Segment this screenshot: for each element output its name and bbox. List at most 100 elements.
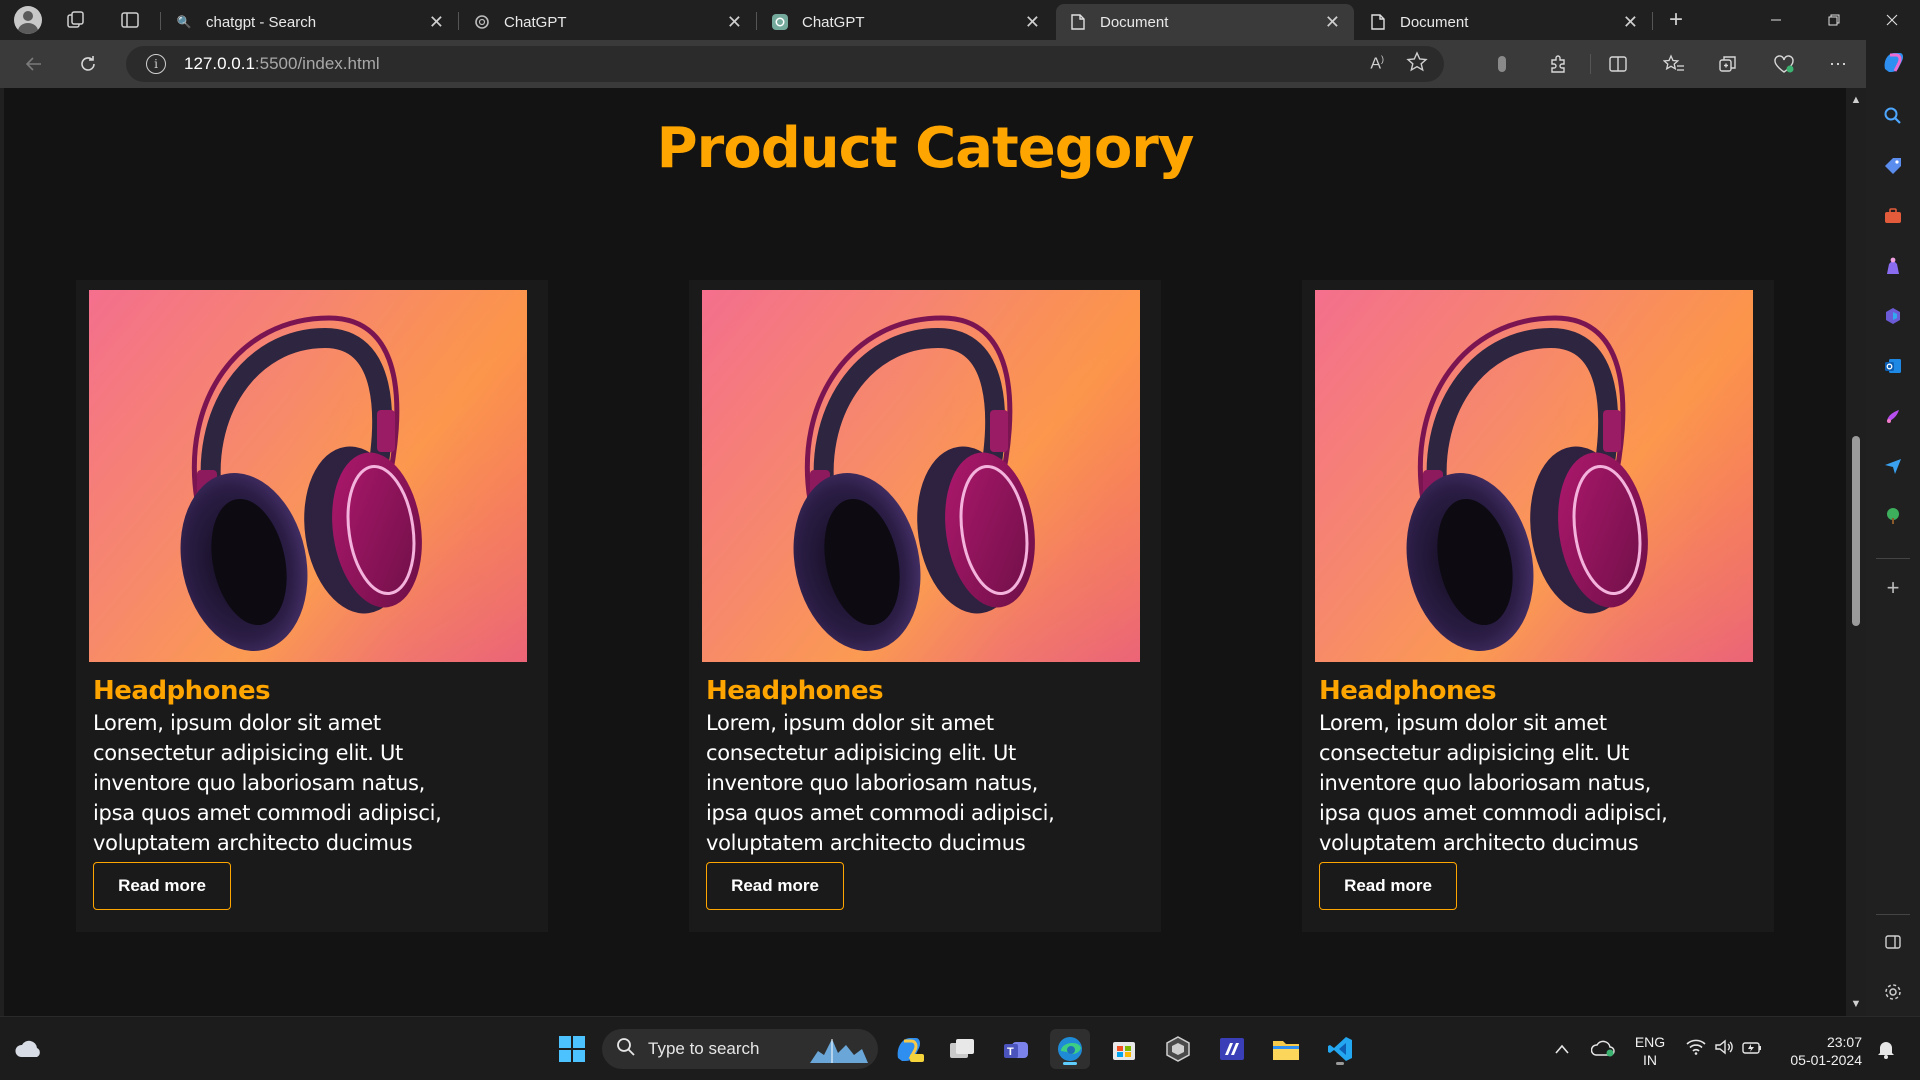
scroll-thumb[interactable] bbox=[1852, 436, 1860, 626]
copilot-taskbar-icon[interactable] bbox=[888, 1029, 928, 1069]
minimize-button[interactable] bbox=[1748, 0, 1804, 40]
openai-icon bbox=[474, 14, 490, 30]
close-icon[interactable]: ✕ bbox=[429, 12, 444, 33]
task-view-icon[interactable] bbox=[942, 1029, 982, 1069]
card-title: Headphones bbox=[93, 676, 271, 706]
browser-essentials-icon[interactable] bbox=[1766, 48, 1802, 80]
document-icon bbox=[1370, 14, 1386, 30]
close-icon[interactable]: ✕ bbox=[727, 12, 742, 33]
start-windows-icon[interactable] bbox=[552, 1029, 592, 1069]
card-description: Lorem, ipsum dolor sit amet consectetur … bbox=[1319, 711, 1668, 855]
notification-bell-icon[interactable] bbox=[1866, 1029, 1906, 1069]
address-bar[interactable]: i 127.0.0.1 :5500/index.html A) bbox=[126, 46, 1444, 82]
headphones-image bbox=[1315, 290, 1753, 662]
workspaces-icon[interactable] bbox=[54, 0, 98, 40]
battery-icon bbox=[1742, 1038, 1762, 1061]
volume-icon bbox=[1714, 1038, 1734, 1061]
close-window-button[interactable] bbox=[1864, 0, 1920, 40]
tab-document-active[interactable]: Document ✕ bbox=[1056, 4, 1354, 40]
profile-button[interactable] bbox=[6, 0, 50, 40]
card-title: Headphones bbox=[1319, 676, 1497, 706]
unity-hub-icon[interactable] bbox=[1158, 1029, 1198, 1069]
weather-icon[interactable] bbox=[8, 1029, 48, 1069]
plus-icon: + bbox=[1668, 6, 1683, 33]
microsoft-store-icon[interactable] bbox=[1104, 1029, 1144, 1069]
openai-icon bbox=[772, 14, 788, 30]
edge-taskbar-icon[interactable] bbox=[1050, 1029, 1090, 1069]
restore-button[interactable] bbox=[1806, 0, 1862, 40]
more-menu-icon[interactable]: ⋯ bbox=[1820, 48, 1856, 80]
read-more-button[interactable]: Read more bbox=[706, 862, 844, 910]
region-code: IN bbox=[1643, 1052, 1657, 1068]
avatar bbox=[14, 6, 42, 34]
extensions-puzzle-icon[interactable] bbox=[1540, 48, 1576, 80]
onedrive-icon[interactable] bbox=[1584, 1029, 1624, 1069]
site-info-icon[interactable]: i bbox=[146, 54, 166, 74]
product-card: Headphones Lorem, ipsum dolor sit amet c… bbox=[1302, 280, 1774, 932]
search-icon[interactable] bbox=[1879, 102, 1907, 130]
scroll-up-arrow-icon[interactable]: ▲ bbox=[1850, 94, 1862, 106]
tab-chatgpt-search[interactable]: 🔍 chatgpt - Search ✕ bbox=[162, 4, 458, 40]
tab-title: ChatGPT bbox=[504, 13, 567, 31]
read-more-button[interactable]: Read more bbox=[1319, 862, 1457, 910]
teams-icon[interactable]: T bbox=[996, 1029, 1036, 1069]
page-scrollbar[interactable]: ▲ ▼ bbox=[1846, 88, 1866, 1016]
favorites-icon[interactable] bbox=[1656, 48, 1692, 80]
tree-icon[interactable] bbox=[1879, 502, 1907, 530]
chevron-up-icon[interactable] bbox=[1542, 1029, 1582, 1069]
active-indicator bbox=[1063, 1062, 1077, 1065]
file-explorer-icon[interactable] bbox=[1266, 1029, 1306, 1069]
tab-title: ChatGPT bbox=[802, 13, 865, 31]
microsoft365-icon[interactable] bbox=[1879, 302, 1907, 330]
search-icon bbox=[616, 1037, 636, 1062]
card-description: Lorem, ipsum dolor sit amet consectetur … bbox=[706, 711, 1055, 855]
collections-icon[interactable] bbox=[1710, 48, 1746, 80]
tab-chatgpt-1[interactable]: ChatGPT ✕ bbox=[460, 4, 756, 40]
quick-settings-group[interactable] bbox=[1676, 1029, 1772, 1069]
designer-icon[interactable] bbox=[1879, 402, 1907, 430]
add-sidebar-app-icon[interactable]: + bbox=[1879, 574, 1907, 602]
tools-icon[interactable] bbox=[1879, 202, 1907, 230]
input-language-indicator[interactable]: ENG IN bbox=[1630, 1033, 1670, 1069]
clock[interactable]: 23:07 05-01-2024 bbox=[1776, 1033, 1862, 1069]
close-icon[interactable]: ✕ bbox=[1325, 12, 1340, 33]
drop-send-icon[interactable] bbox=[1879, 452, 1907, 480]
document-icon bbox=[1070, 14, 1086, 30]
clock-date: 05-01-2024 bbox=[1790, 1052, 1862, 1068]
close-icon[interactable]: ✕ bbox=[1025, 12, 1040, 33]
clock-time: 23:07 bbox=[1826, 1034, 1862, 1050]
copilot-icon[interactable] bbox=[1879, 48, 1907, 76]
settings-gear-icon[interactable] bbox=[1879, 978, 1907, 1006]
visual-studio-icon[interactable] bbox=[1212, 1029, 1252, 1069]
shopping-tag-icon[interactable] bbox=[1879, 152, 1907, 180]
card-description: Lorem, ipsum dolor sit amet consectetur … bbox=[93, 711, 442, 855]
vertical-tabs-icon[interactable] bbox=[108, 0, 152, 40]
running-indicator bbox=[1336, 1062, 1344, 1065]
new-tab-button[interactable]: + bbox=[1654, 0, 1698, 40]
outlook-icon[interactable] bbox=[1879, 352, 1907, 380]
headphones-image bbox=[702, 290, 1140, 662]
vscode-icon[interactable] bbox=[1320, 1029, 1360, 1069]
refresh-button[interactable] bbox=[70, 48, 106, 80]
url-path: :5500/index.html bbox=[254, 54, 380, 73]
tab-title: Document bbox=[1100, 13, 1169, 31]
read-more-button[interactable]: Read more bbox=[93, 862, 231, 910]
tab-chatgpt-2[interactable]: ChatGPT ✕ bbox=[758, 4, 1054, 40]
back-button[interactable] bbox=[16, 48, 52, 80]
close-icon[interactable]: ✕ bbox=[1623, 12, 1638, 33]
games-icon[interactable] bbox=[1879, 252, 1907, 280]
split-screen-icon[interactable] bbox=[1600, 48, 1636, 80]
card-title: Headphones bbox=[706, 676, 884, 706]
product-card: Headphones Lorem, ipsum dolor sit amet c… bbox=[689, 280, 1161, 932]
hide-sidebar-icon[interactable] bbox=[1879, 928, 1907, 956]
favorite-star-icon[interactable] bbox=[1406, 51, 1428, 78]
tab-title: chatgpt - Search bbox=[206, 13, 317, 31]
page-viewport: Product Category Headphones Lorem, ipsum bbox=[4, 88, 1846, 1016]
tab-document[interactable]: Document ✕ bbox=[1356, 4, 1652, 40]
scroll-down-arrow-icon[interactable]: ▼ bbox=[1850, 998, 1862, 1010]
extension-icon[interactable] bbox=[1484, 48, 1520, 80]
browser-toolbar: i 127.0.0.1 :5500/index.html A) ⋯ bbox=[0, 40, 1920, 88]
taskbar-search-box[interactable]: Type to search bbox=[602, 1029, 878, 1069]
page-title: Product Category bbox=[656, 116, 1195, 181]
read-aloud-icon[interactable]: A) bbox=[1370, 54, 1384, 73]
